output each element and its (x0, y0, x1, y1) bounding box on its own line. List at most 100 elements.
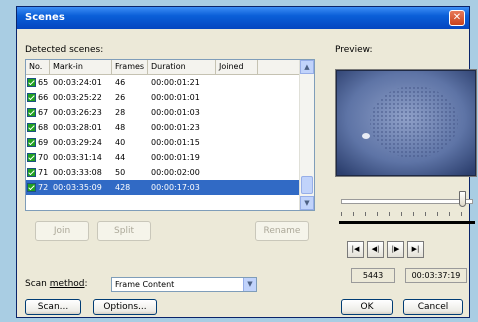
joined-cell (216, 150, 258, 165)
scan-method-label-suffix: : (84, 279, 88, 289)
scene-number-cell: 68 (26, 120, 50, 135)
column-header-empty (258, 60, 302, 74)
scroll-thumb[interactable] (301, 176, 313, 194)
scene-number: 65 (38, 78, 49, 87)
scene-number-cell: 65 (26, 75, 50, 90)
frames-cell: 40 (115, 138, 126, 147)
joined-cell (216, 180, 258, 195)
joined-cell (216, 75, 258, 90)
scene-list-header: No. Mark-in Frames Duration Joined (26, 60, 302, 75)
rename-button[interactable]: Rename (255, 221, 309, 241)
joined-cell (216, 90, 258, 105)
checkbox-checked-icon[interactable] (27, 123, 36, 132)
scene-number: 67 (38, 108, 49, 117)
frame-number-field: 5443 (351, 268, 395, 283)
scan-method-select[interactable]: Frame Content ▼ (111, 277, 257, 292)
scene-number: 66 (38, 93, 49, 102)
preview-frame-image (335, 69, 477, 177)
checkbox-checked-icon[interactable] (27, 153, 36, 162)
frames-cell: 48 (115, 123, 126, 132)
scene-number: 70 (38, 153, 49, 162)
scroll-up-arrow-icon[interactable]: ▲ (300, 60, 314, 74)
list-scrollbar[interactable]: ▲ ▼ (299, 60, 314, 210)
column-header-no[interactable]: No. (26, 60, 50, 74)
close-button[interactable]: ✕ (449, 10, 465, 26)
window-title: Scenes (25, 12, 65, 23)
scene-number-cell: 69 (26, 135, 50, 150)
mark-in-cell: 00:03:31:14 (53, 153, 102, 162)
joined-cell (216, 135, 258, 150)
table-row[interactable]: 68 00:03:28:01 48 00:00:01:23 (26, 120, 302, 135)
table-row[interactable]: 70 00:03:31:14 44 00:00:01:19 (26, 150, 302, 165)
table-row[interactable]: 65 00:03:24:01 46 00:00:01:21 (26, 75, 302, 90)
frames-cell: 50 (115, 168, 126, 177)
duration-cell: 00:00:01:15 (151, 138, 200, 147)
joined-cell (216, 120, 258, 135)
duration-cell: 00:00:01:19 (151, 153, 200, 162)
scan-method-label-underlined: method (49, 279, 85, 289)
scan-button[interactable]: Scan... (25, 299, 81, 315)
table-row[interactable]: 71 00:03:33:08 50 00:00:02:00 (26, 165, 302, 180)
table-row[interactable]: 67 00:03:26:23 28 00:00:01:03 (26, 105, 302, 120)
go-to-end-icon[interactable]: ▶| (407, 241, 424, 258)
duration-cell: 00:00:01:03 (151, 108, 200, 117)
detected-scenes-label: Detected scenes: (25, 45, 104, 55)
column-header-frames[interactable]: Frames (112, 60, 148, 74)
scroll-down-arrow-icon[interactable]: ▼ (300, 196, 314, 210)
scene-number-cell: 67 (26, 105, 50, 120)
duration-cell: 00:00:01:01 (151, 93, 200, 102)
scene-number: 68 (38, 123, 49, 132)
table-row[interactable]: 66 00:03:25:22 26 00:00:01:01 (26, 90, 302, 105)
previous-frame-icon[interactable]: ◀| (367, 241, 384, 258)
column-header-joined[interactable]: Joined (216, 60, 258, 74)
scene-number-cell: 70 (26, 150, 50, 165)
scenes-dialog: Scenes ✕ Detected scenes: No. Mark-in Fr… (16, 6, 477, 318)
mark-in-cell: 00:03:25:22 (53, 93, 102, 102)
split-button[interactable]: Split (97, 221, 151, 241)
scene-number-cell: 66 (26, 90, 50, 105)
scene-number-cell: 72 (26, 180, 50, 195)
scene-list-rows: 65 00:03:24:01 46 00:00:01:21 66 00:03:25:22 2… (26, 75, 302, 195)
scan-method-label-prefix: Scan (25, 279, 50, 289)
frames-cell: 44 (115, 153, 126, 162)
checkbox-checked-icon[interactable] (27, 108, 36, 117)
checkbox-checked-icon[interactable] (27, 93, 36, 102)
checkbox-checked-icon[interactable] (27, 138, 36, 147)
ok-button[interactable]: OK (341, 299, 393, 315)
frames-cell: 28 (115, 108, 126, 117)
cancel-button[interactable]: Cancel (403, 299, 463, 315)
scene-number: 72 (38, 183, 49, 192)
mark-in-cell: 00:03:24:01 (53, 78, 102, 87)
options-button[interactable]: Options... (93, 299, 157, 315)
next-frame-icon[interactable]: |▶ (387, 241, 404, 258)
frames-cell: 26 (115, 93, 126, 102)
mark-in-cell: 00:03:26:23 (53, 108, 102, 117)
title-bar[interactable]: Scenes ✕ (17, 7, 469, 29)
dropdown-arrow-icon[interactable]: ▼ (243, 278, 256, 291)
preview-slider-thumb[interactable] (459, 191, 466, 207)
scan-method-label: Scan method: (25, 279, 88, 289)
preview-slider-ticks (341, 212, 471, 216)
table-row[interactable]: 72 00:03:35:09 428 00:00:17:03 (26, 180, 302, 195)
duration-cell: 00:00:02:00 (151, 168, 200, 177)
table-row[interactable]: 69 00:03:29:24 40 00:00:01:15 (26, 135, 302, 150)
mark-in-cell: 00:03:35:09 (53, 183, 102, 192)
column-header-duration[interactable]: Duration (148, 60, 216, 74)
checkbox-checked-icon[interactable] (27, 78, 36, 87)
go-to-start-icon[interactable]: |◀ (347, 241, 364, 258)
preview-progress-bar (339, 221, 475, 224)
scene-list[interactable]: No. Mark-in Frames Duration Joined 65 00:… (25, 59, 315, 211)
scene-number: 69 (38, 138, 49, 147)
join-button[interactable]: Join (35, 221, 89, 241)
mark-in-cell: 00:03:33:08 (53, 168, 102, 177)
column-header-mark-in[interactable]: Mark-in (50, 60, 112, 74)
scene-number-cell: 71 (26, 165, 50, 180)
scene-number: 71 (38, 168, 49, 177)
checkbox-checked-icon[interactable] (27, 168, 36, 177)
scan-method-value: Frame Content (115, 280, 175, 289)
preview-slider-track[interactable] (341, 199, 473, 204)
timecode-field: 00:03:37:19 (405, 268, 467, 283)
preview-image (335, 69, 477, 177)
checkbox-checked-icon[interactable] (27, 183, 36, 192)
frames-cell: 46 (115, 78, 126, 87)
